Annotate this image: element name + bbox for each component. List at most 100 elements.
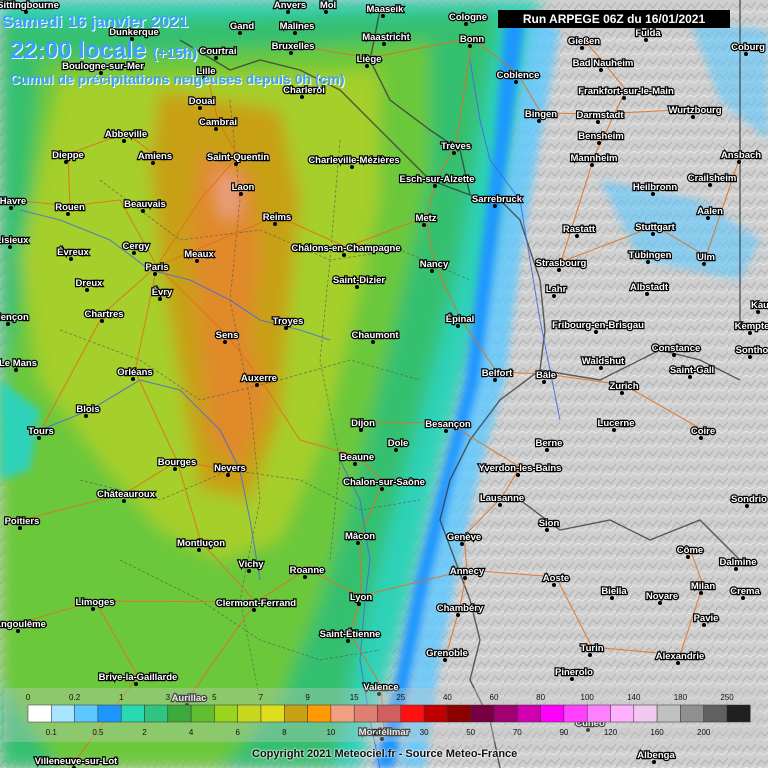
city-label: Albenga — [637, 750, 675, 761]
city-label: Malines — [280, 21, 315, 32]
legend-swatch — [563, 704, 588, 723]
snow-accumulation-map: Sittingbourne Anvers Mol Maaseik Cologne Fuld… — [0, 0, 768, 768]
legend-bottom-label: 6 — [235, 728, 240, 737]
legend-top-label: 15 — [350, 693, 359, 702]
legend-swatch — [307, 704, 332, 723]
city-label: Gand — [230, 21, 254, 32]
city-label: Chaumont — [352, 330, 400, 341]
city-label: Bâle — [536, 370, 556, 381]
legend-swatch — [540, 704, 565, 723]
city-label: Alençon — [0, 312, 29, 323]
city-label: Biella — [601, 586, 627, 597]
city-label: Châteauroux — [97, 489, 156, 500]
city-label: Coire — [691, 426, 715, 437]
city-label: Sondrio — [731, 494, 767, 505]
city-label: Rouen — [55, 202, 85, 213]
city-label: Kau — [751, 300, 768, 311]
city-label: Dole — [388, 438, 409, 449]
legend-top-label: 250 — [720, 693, 734, 702]
city-label: Yverdon-les-Bains — [479, 463, 562, 474]
city-label: Bourges — [158, 457, 197, 468]
forecast-date: Samedi 16 janvier 2021 — [2, 12, 189, 31]
city-label: Fulda — [635, 28, 661, 39]
legend-swatch — [586, 704, 611, 723]
legend-top-label: 140 — [627, 693, 641, 702]
city-label: Bensheim — [578, 131, 623, 142]
city-label: Fribourg-en-Brisgau — [552, 320, 644, 331]
city-label: Cergy — [123, 241, 151, 252]
city-label: Amiens — [138, 151, 172, 162]
legend-bottom-label: 10 — [326, 728, 335, 737]
city-label: Havre — [0, 196, 26, 207]
city-label: Crailsheim — [688, 173, 737, 184]
city-label: Cambrai — [199, 117, 237, 128]
city-label: Maaseik — [367, 4, 405, 15]
city-label: Montluçon — [177, 538, 225, 549]
city-label: Pinerolo — [555, 667, 593, 678]
legend-top-label: 40 — [443, 693, 452, 702]
city-label: Tübingen — [629, 250, 672, 261]
city-label: Berne — [536, 438, 563, 449]
legend-top-label: 9 — [305, 693, 310, 702]
city-label: Trèves — [441, 141, 471, 152]
city-label: Kempte — [735, 321, 768, 332]
city-label: Paris — [145, 262, 168, 273]
legend-bottom-label: 200 — [697, 728, 711, 737]
city-label: Bonn — [460, 34, 484, 45]
city-label: Novare — [646, 591, 678, 602]
city-label: Aalen — [697, 206, 723, 217]
city-label: Nancy — [420, 259, 449, 270]
legend-swatch — [633, 704, 658, 723]
city-label: Chartres — [84, 309, 123, 320]
city-label: Waldshut — [582, 356, 625, 367]
legend-swatch — [423, 704, 448, 723]
city-label: Châlons-en-Champagne — [291, 243, 400, 254]
city-label: Maastricht — [362, 32, 410, 43]
legend-top-label: 0.2 — [69, 693, 81, 702]
legend-swatch — [330, 704, 355, 723]
city-label: Roanne — [290, 565, 325, 576]
city-label: Ansbach — [721, 150, 761, 161]
legend-swatch — [656, 704, 681, 723]
legend-swatch — [353, 704, 378, 723]
city-label: Aoste — [543, 573, 569, 584]
legend-top-label: 180 — [674, 693, 688, 702]
city-label: Lahr — [546, 284, 567, 295]
legend-top-label: 25 — [396, 693, 405, 702]
city-label: Constance — [652, 343, 701, 354]
city-label: Sarrebruck — [472, 194, 523, 205]
legend-swatch — [493, 704, 518, 723]
legend-top-label: 5 — [212, 693, 217, 702]
city-label: Auxerre — [241, 373, 277, 384]
forecast-time-value: 22:00 locale — [10, 37, 147, 64]
city-label: Reims — [263, 212, 292, 223]
city-131: Villeneuve-sur-Lot — [33, 755, 119, 768]
legend-swatch — [74, 704, 99, 723]
city-label: Abbeville — [105, 129, 147, 140]
legend-swatch — [144, 704, 169, 723]
city-label: Lucerne — [598, 418, 635, 429]
city-label: Dieppe — [52, 150, 84, 161]
city-label: Ulm — [697, 252, 715, 263]
city-label: Sittingbourne — [0, 0, 59, 11]
city-label: Grenoble — [426, 648, 468, 659]
legend-swatch — [400, 704, 425, 723]
legend-swatch — [610, 704, 635, 723]
legend-bottom-label: 0.5 — [92, 728, 104, 737]
city-label: Rastatt — [563, 224, 596, 235]
city-label: Blois — [76, 404, 99, 415]
legend-bottom-label: 70 — [513, 728, 522, 737]
city-label: Villeneuve-sur-Lot — [35, 756, 119, 767]
legend-swatch — [284, 704, 308, 723]
city-label: Zurich — [609, 381, 638, 392]
city-label: Chambéry — [437, 603, 484, 614]
city-label: Dijon — [351, 418, 375, 429]
city-label: Genève — [447, 532, 481, 543]
city-label: Wurtzbourg — [668, 105, 721, 116]
legend-top-label: 0 — [26, 693, 31, 702]
city-label: Alexandrie — [656, 651, 705, 662]
legend-swatch — [703, 704, 728, 723]
city-label: Sontho — [736, 345, 768, 356]
legend-swatch — [27, 704, 52, 723]
legend-swatches — [27, 704, 751, 723]
